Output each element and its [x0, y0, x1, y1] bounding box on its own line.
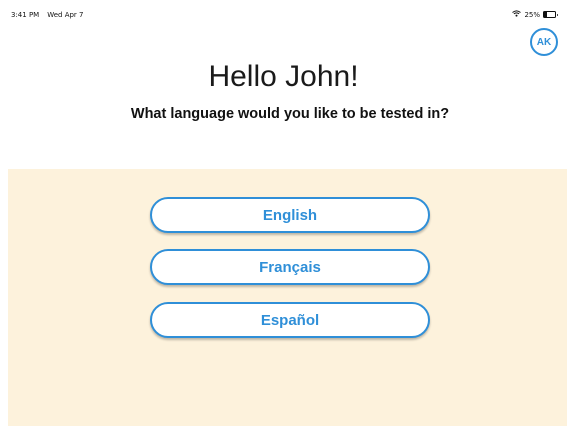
status-left: 3:41 PM Wed Apr 7 [11, 11, 84, 19]
french-button-label: Français [259, 258, 321, 276]
english-button-label: English [262, 206, 318, 224]
language-question: What language would you like to be teste… [130, 106, 450, 122]
greeting-title: Hello John! [208, 60, 359, 93]
wifi-icon [512, 10, 522, 19]
english-button[interactable]: English [150, 197, 430, 233]
status-time: 3:41 PM [11, 11, 40, 19]
status-right: 25% [512, 10, 558, 19]
battery-icon [543, 11, 558, 18]
spanish-button-label: Español [260, 311, 320, 329]
user-avatar-button[interactable]: AK [530, 28, 558, 56]
french-button[interactable]: Français [150, 249, 430, 285]
status-bar: 3:41 PM Wed Apr 7 25% [0, 0, 567, 20]
battery-percentage: 25% [524, 10, 540, 19]
status-date: Wed Apr 7 [47, 11, 84, 19]
spanish-button[interactable]: Español [150, 302, 430, 338]
avatar-initials: AK [536, 36, 552, 48]
battery-level-fill [544, 12, 547, 17]
